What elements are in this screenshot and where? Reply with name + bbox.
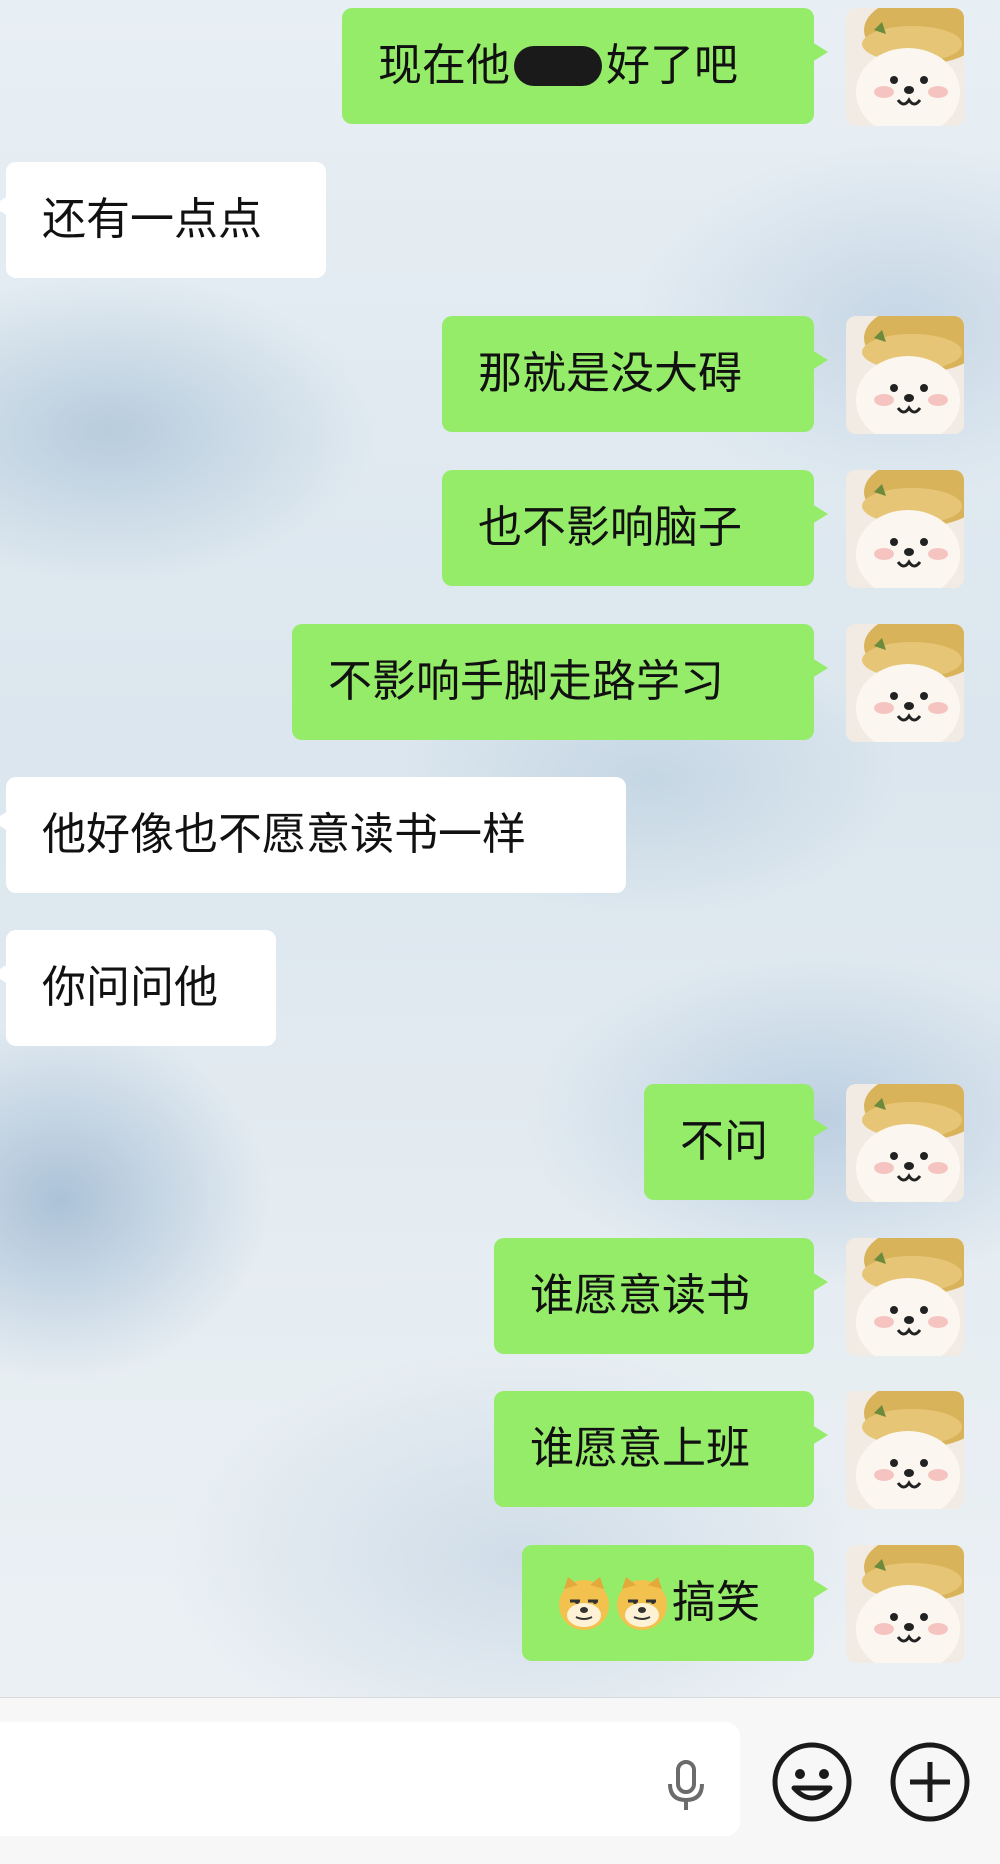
message-bubble-outgoing[interactable]: 现在他 好了吧 <box>342 8 828 124</box>
doge-emoji-icon <box>615 1575 669 1631</box>
avatar[interactable] <box>846 8 964 126</box>
message-text: 那就是没大碍 <box>478 348 742 399</box>
avatar[interactable] <box>846 470 964 588</box>
smiley-face-icon[interactable] <box>770 1740 854 1824</box>
microphone-icon[interactable] <box>658 1758 714 1814</box>
message-text: 好了吧 <box>606 40 738 91</box>
message-text: 现在他 <box>378 40 510 91</box>
message-input[interactable] <box>0 1722 740 1836</box>
redacted-text <box>514 46 602 86</box>
message-bubble-outgoing[interactable]: 不影响手脚走路学习 <box>292 624 828 740</box>
message-bubble-outgoing[interactable]: 谁愿意上班 <box>494 1391 828 1507</box>
message-text: 他好像也不愿意读书一样 <box>42 809 526 860</box>
message-text: 也不影响脑子 <box>478 502 742 553</box>
avatar[interactable] <box>846 1545 964 1663</box>
message-bubble-incoming[interactable]: 他好像也不愿意读书一样 <box>0 777 626 893</box>
message-bubble-outgoing[interactable]: 也不影响脑子 <box>442 470 828 586</box>
message-text: 搞笑 <box>672 1577 760 1628</box>
doge-emoji-icon <box>557 1575 611 1631</box>
message-bubble-outgoing[interactable]: 那就是没大碍 <box>442 316 828 432</box>
message-text: 你问问他 <box>42 962 218 1013</box>
message-text: 谁愿意上班 <box>530 1423 750 1474</box>
avatar[interactable] <box>846 1391 964 1509</box>
message-text: 还有一点点 <box>42 194 262 245</box>
message-bubble-incoming[interactable]: 你问问他 <box>0 930 276 1046</box>
message-bubble-outgoing[interactable]: 搞笑 <box>522 1545 828 1661</box>
message-text: 不问 <box>680 1116 768 1167</box>
message-bubble-outgoing[interactable]: 不问 <box>644 1084 828 1200</box>
message-bubble-incoming[interactable]: 还有一点点 <box>0 162 326 278</box>
avatar[interactable] <box>846 1238 964 1356</box>
avatar[interactable] <box>846 624 964 742</box>
avatar[interactable] <box>846 1084 964 1202</box>
message-bubble-outgoing[interactable]: 谁愿意读书 <box>494 1238 828 1354</box>
message-text: 谁愿意读书 <box>530 1270 750 1321</box>
avatar[interactable] <box>846 316 964 434</box>
plus-circle-icon[interactable] <box>888 1740 972 1824</box>
message-text: 不影响手脚走路学习 <box>328 656 724 707</box>
input-bar <box>0 1697 1000 1864</box>
